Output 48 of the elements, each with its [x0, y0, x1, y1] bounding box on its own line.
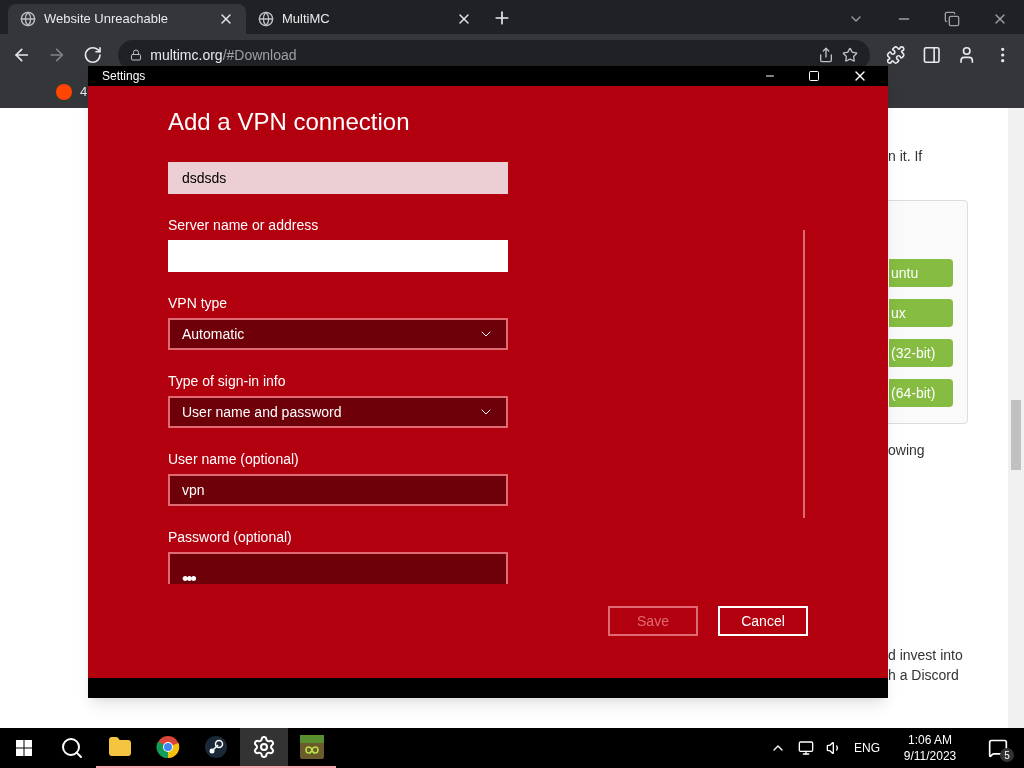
language-indicator[interactable]: ENG [854, 739, 880, 757]
settings-icon [252, 735, 276, 759]
field-label: Password (optional) [168, 528, 293, 546]
network-icon[interactable] [798, 740, 814, 756]
page-text: d invest into [888, 646, 963, 665]
password-field[interactable]: ••• [168, 552, 508, 584]
share-icon[interactable] [818, 47, 835, 63]
input-field[interactable]: vpn [168, 474, 508, 506]
taskbar-app[interactable] [240, 728, 288, 768]
lock-icon [130, 49, 143, 61]
dropdown[interactable]: User name and password [168, 396, 508, 428]
dialog-heading: Add a VPN connection [168, 108, 411, 136]
window-title: Settings [102, 68, 147, 85]
bookmark[interactable]: 4 [56, 82, 88, 102]
reddit-icon [56, 84, 72, 100]
browser-tab[interactable]: Website Unreachable [8, 4, 246, 34]
page-text: h a Discord [888, 666, 959, 685]
scrollbar[interactable] [803, 230, 805, 518]
globe-icon [258, 11, 274, 27]
windows-icon [16, 740, 32, 756]
extensions-icon[interactable] [886, 45, 906, 65]
input-field[interactable]: dsdsds [168, 162, 508, 194]
clock[interactable]: 1:06 AM 9/11/2023 [892, 732, 968, 764]
folder-icon [108, 735, 132, 759]
page-text: n it. If [888, 147, 924, 166]
input-field[interactable] [168, 240, 508, 272]
maximize-icon[interactable] [808, 70, 820, 82]
dialog-button[interactable]: Cancel [718, 606, 808, 636]
browser-tab[interactable]: MultiMC [246, 4, 484, 34]
notification-count: 5 [1000, 748, 1014, 762]
steam-icon [204, 735, 228, 759]
field-label: Type of sign-in info [168, 372, 287, 390]
page-text: owing [888, 441, 925, 460]
side-panel-icon[interactable] [921, 45, 942, 65]
scrollbar[interactable] [1008, 108, 1024, 728]
cube-icon [299, 734, 325, 760]
globe-icon [20, 11, 36, 27]
search-icon [60, 736, 84, 760]
dropdown[interactable]: Automatic [168, 318, 508, 350]
field-label: VPN type [168, 294, 229, 312]
reload-icon[interactable] [82, 45, 103, 65]
message-icon [988, 738, 1008, 758]
field-label: Server name or address [168, 216, 320, 234]
star-icon[interactable] [842, 47, 859, 63]
restore-icon[interactable] [944, 11, 960, 27]
notification-button[interactable]: 5 [980, 728, 1016, 768]
field-label: User name (optional) [168, 450, 300, 468]
chrome-icon [156, 735, 180, 759]
